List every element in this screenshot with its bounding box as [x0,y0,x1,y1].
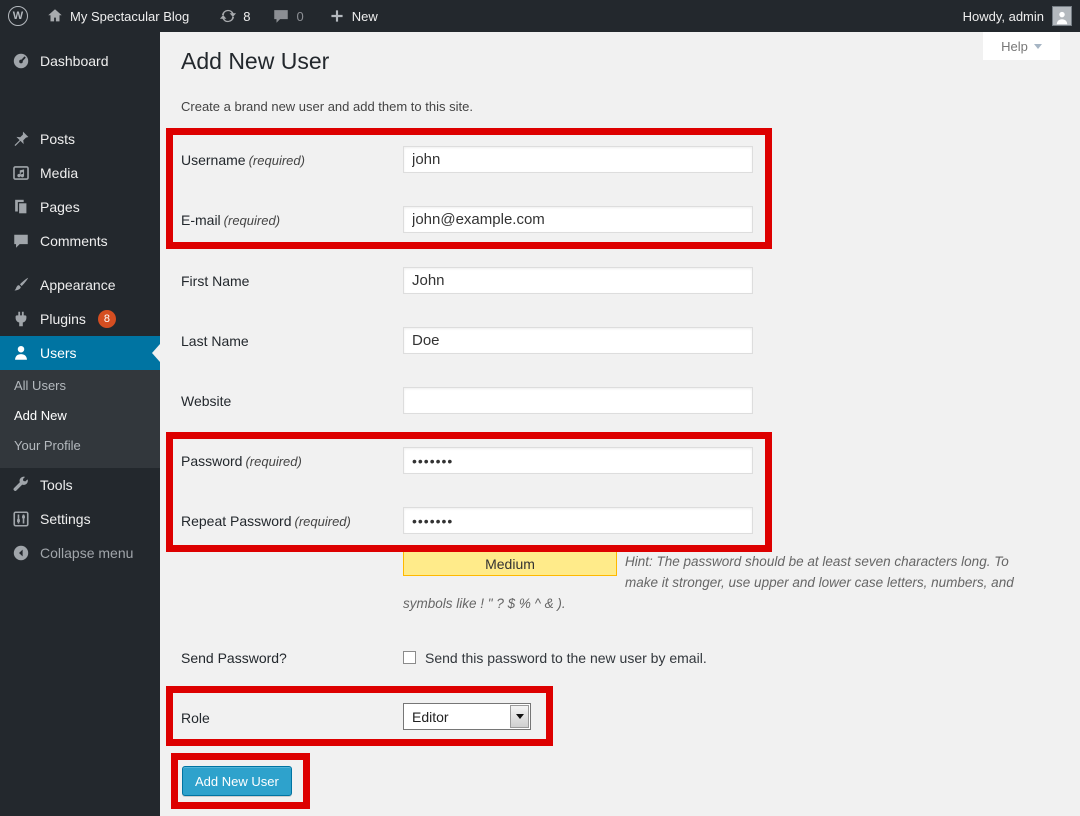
settings-icon [12,510,30,528]
site-name-menu[interactable]: My Spectacular Blog [42,0,193,32]
pushpin-icon [12,130,30,148]
sidebar-item-dashboard[interactable]: Dashboard [0,44,160,78]
help-button[interactable]: Help [983,32,1060,60]
role-label: Role [181,710,210,726]
help-label: Help [1001,39,1028,54]
last-name-input[interactable] [403,327,753,354]
repeat-password-label: Repeat Password(required) [181,513,351,529]
last-name-label: Last Name [181,333,249,349]
sidebar-item-users[interactable]: Users [0,336,160,370]
plugins-update-badge: 8 [98,310,116,328]
sidebar-item-label: Comments [40,233,108,249]
site-name-label: My Spectacular Blog [70,9,189,24]
active-menu-arrow [152,344,160,362]
required-note: (required) [245,454,301,469]
home-icon [46,7,64,25]
paintbrush-icon [12,276,30,294]
admin-bar: W My Spectacular Blog 8 0 New Howdy, adm… [0,0,1080,32]
role-selected-value: Editor [404,709,510,725]
update-count: 8 [243,9,250,24]
add-new-user-button[interactable]: Add New User [182,766,292,796]
chevron-down-icon [516,714,524,719]
sidebar-item-posts[interactable]: Posts [0,122,160,156]
first-name-input[interactable] [403,267,753,294]
password-strength-meter: Medium [403,551,617,576]
sidebar-item-label: Media [40,165,78,181]
users-submenu: All Users Add New Your Profile [0,370,160,468]
required-note: (required) [295,514,351,529]
sidebar-item-comments[interactable]: Comments [0,224,160,258]
new-label: New [352,9,378,24]
website-input[interactable] [403,387,753,414]
plus-icon [328,7,346,25]
new-content-menu[interactable]: New [324,0,382,32]
admin-sidebar: Dashboard Posts Media Pages Comments App… [0,32,160,816]
email-label: E-mail(required) [181,212,280,228]
sidebar-item-appearance[interactable]: Appearance [0,268,160,302]
comments-menu[interactable]: 0 [268,0,307,32]
sidebar-item-label: Plugins [40,311,86,327]
sidebar-item-label: Users [40,345,77,361]
sidebar-item-label: Settings [40,511,91,527]
submenu-item-your-profile[interactable]: Your Profile [0,430,160,460]
comment-bubble-icon [272,7,290,25]
submenu-item-add-new[interactable]: Add New [0,400,160,430]
howdy-admin-menu[interactable]: Howdy, admin [963,9,1044,24]
password-strength-area: Medium Hint: The password should be at l… [403,551,1033,614]
username-input[interactable] [403,146,753,173]
website-label: Website [181,393,231,409]
sidebar-item-plugins[interactable]: Plugins 8 [0,302,160,336]
pages-icon [12,198,30,216]
collapse-icon [12,544,30,562]
wrench-icon [12,476,30,494]
sidebar-item-label: Dashboard [40,53,109,69]
sidebar-item-settings[interactable]: Settings [0,502,160,536]
sidebar-item-tools[interactable]: Tools [0,468,160,502]
role-select[interactable]: Editor [403,703,531,730]
submenu-item-all-users[interactable]: All Users [0,370,160,400]
avatar[interactable] [1052,6,1072,26]
sidebar-item-label: Appearance [40,277,116,293]
updates-icon [219,7,237,25]
send-password-checkbox[interactable] [403,651,416,664]
repeat-password-input[interactable] [403,507,753,534]
required-note: (required) [224,213,280,228]
required-note: (required) [249,153,305,168]
email-input[interactable] [403,206,753,233]
sidebar-item-pages[interactable]: Pages [0,190,160,224]
send-password-checkbox-label: Send this password to the new user by em… [425,650,707,666]
comments-icon [12,232,30,250]
username-label: Username(required) [181,152,305,168]
page-subtitle: Create a brand new user and add them to … [181,99,473,114]
sidebar-item-label: Collapse menu [40,545,133,561]
plug-icon [12,310,30,328]
dashboard-icon [12,52,30,70]
password-input[interactable] [403,447,753,474]
page-title: Add New User [181,48,329,75]
wordpress-logo-icon[interactable]: W [8,6,28,26]
comment-count: 0 [296,9,303,24]
sidebar-item-media[interactable]: Media [0,156,160,190]
password-label: Password(required) [181,453,302,469]
sidebar-item-label: Tools [40,477,73,493]
first-name-label: First Name [181,273,249,289]
chevron-down-icon [1034,44,1042,49]
sidebar-item-label: Posts [40,131,75,147]
send-password-label: Send Password? [181,650,287,666]
users-icon [12,344,30,362]
sidebar-item-collapse-menu[interactable]: Collapse menu [0,536,160,570]
updates-menu[interactable]: 8 [215,0,254,32]
sidebar-item-label: Pages [40,199,80,215]
media-icon [12,164,30,182]
select-dropdown-button[interactable] [510,705,529,728]
